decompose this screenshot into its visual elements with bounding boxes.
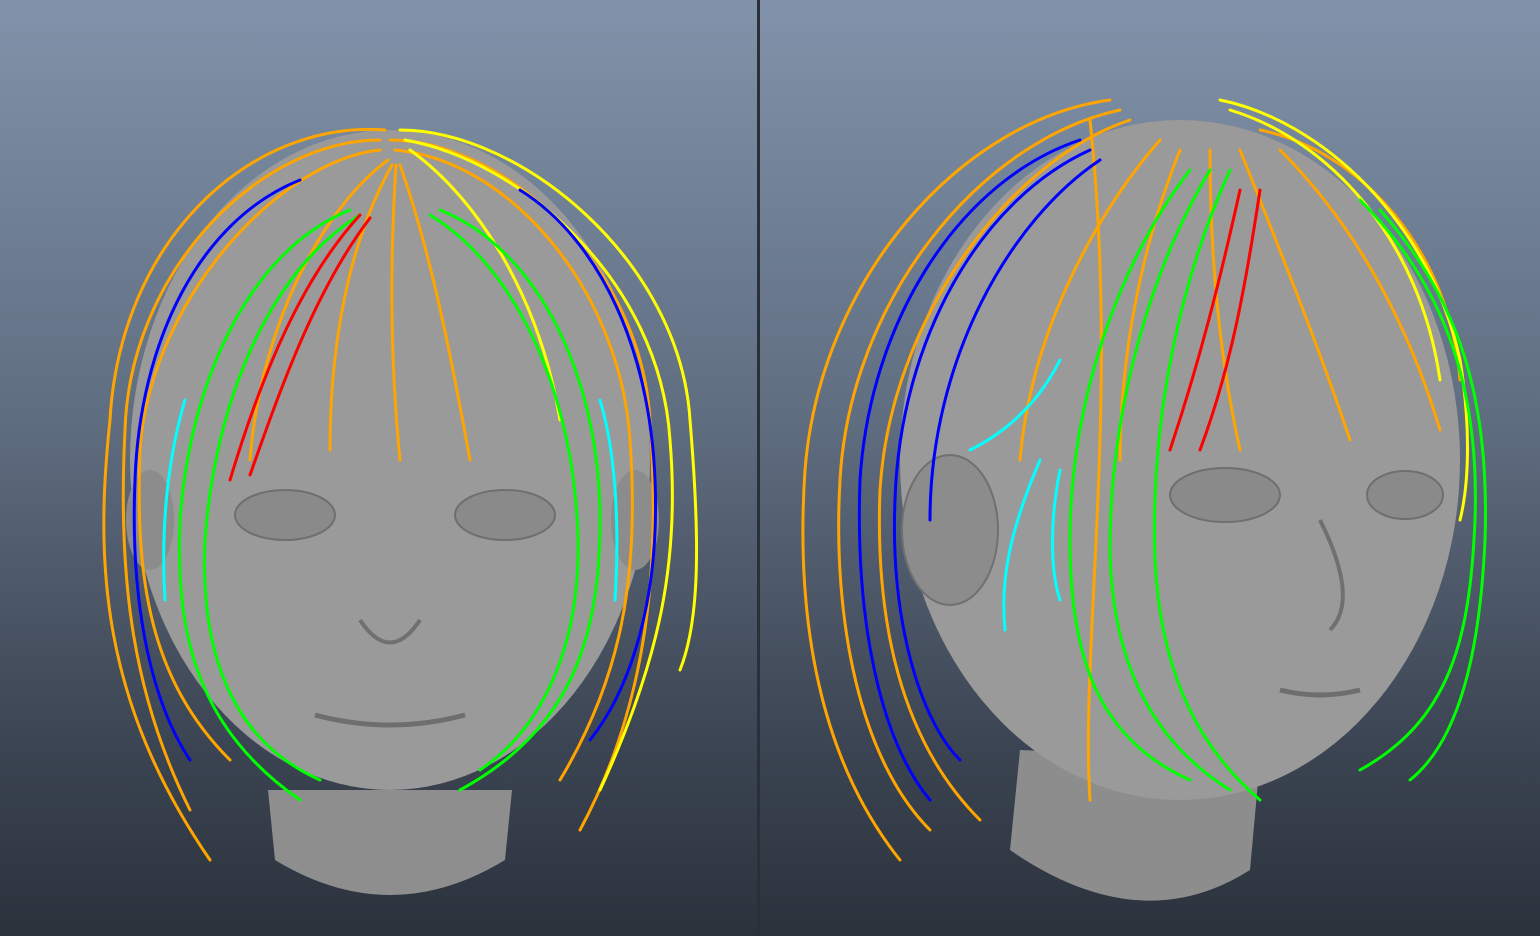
head-mesh	[900, 120, 1460, 800]
right-eye	[1366, 470, 1444, 520]
left-eye	[1169, 467, 1281, 523]
right-eye	[454, 489, 556, 541]
front-view-scene	[102, 127, 699, 895]
viewport-three-quarter[interactable]	[760, 0, 1540, 936]
viewport-front[interactable]	[0, 0, 757, 936]
ear	[901, 454, 999, 606]
left-eye	[234, 489, 336, 541]
viewport-row	[0, 0, 1540, 936]
neck-mesh	[268, 790, 512, 895]
three-quarter-view-scene	[801, 98, 1487, 901]
